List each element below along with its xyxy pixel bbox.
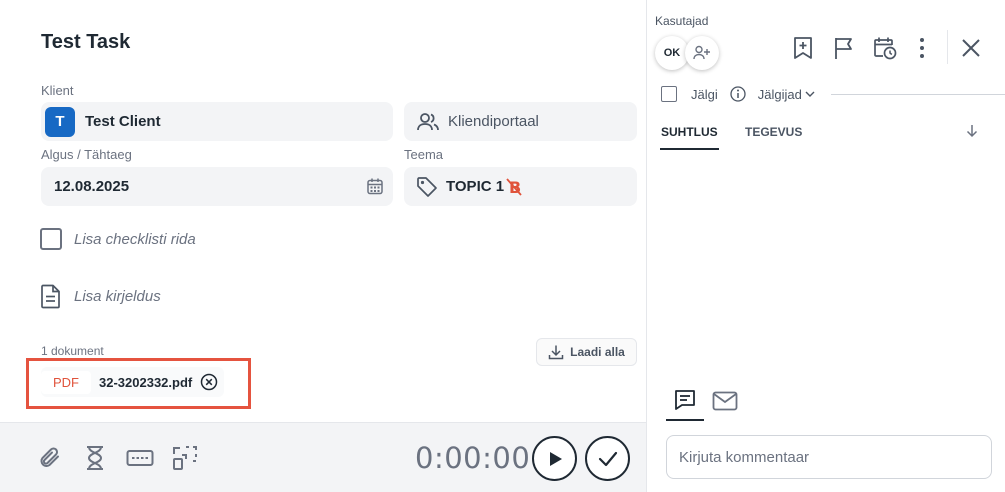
follow-label: Jälgi: [691, 86, 718, 102]
users-icon: [416, 112, 440, 132]
info-icon[interactable]: [730, 86, 746, 102]
hourglass-icon[interactable]: [84, 445, 106, 476]
more-vertical-icon[interactable]: [917, 36, 927, 65]
add-description-row[interactable]: Lisa kirjeldus: [40, 284, 161, 309]
task-side-panel: Kasutajad OK Jälgi Jälgijad SUHTLUS TEGE…: [646, 0, 1005, 492]
document-icon: [40, 284, 62, 309]
users-label: Kasutajad: [655, 14, 709, 28]
header-divider: [947, 30, 948, 64]
tab-activity[interactable]: TEGEVUS: [745, 125, 802, 139]
documents-count: 1 dokument: [41, 344, 104, 358]
download-icon: [548, 344, 564, 360]
client-name: Test Client: [85, 113, 161, 130]
email-icon[interactable]: [712, 390, 738, 417]
timer-display: 0:00:00: [415, 441, 531, 475]
followers-dropdown[interactable]: Jälgijad: [758, 87, 802, 102]
client-portal-label: Kliendiportaal: [448, 113, 539, 130]
tag-icon: [416, 176, 438, 198]
task-main-panel: Test Task Klient T Test Client Kliendipo…: [0, 0, 646, 492]
keyboard-icon[interactable]: [126, 445, 154, 476]
add-user-button[interactable]: [685, 36, 719, 70]
bookmark-add-icon[interactable]: [792, 36, 814, 65]
add-checklist-row[interactable]: Lisa checklisti rida: [40, 228, 196, 250]
close-icon[interactable]: [961, 38, 981, 63]
paperclip-icon[interactable]: [38, 445, 64, 476]
client-field[interactable]: T Test Client: [41, 102, 393, 141]
calendar-clock-icon[interactable]: [873, 36, 897, 65]
play-icon: [549, 451, 563, 467]
checklist-placeholder: Lisa checklisti rida: [74, 230, 196, 248]
flag-icon[interactable]: [833, 36, 855, 65]
comment-icon[interactable]: [673, 388, 697, 417]
topic-value: TOPIC 1: [446, 178, 505, 195]
complete-button[interactable]: [585, 436, 630, 481]
follow-checkbox[interactable]: [661, 86, 677, 102]
comment-input[interactable]: Kirjuta kommentaar: [666, 435, 992, 479]
check-icon: [598, 451, 618, 467]
description-placeholder: Lisa kirjeldus: [74, 288, 161, 305]
download-button[interactable]: Laadi alla: [536, 338, 637, 366]
play-button[interactable]: [532, 436, 577, 481]
topic-label: Teema: [404, 147, 444, 162]
no-bill-icon: B: [506, 177, 522, 197]
user-avatar[interactable]: OK: [655, 36, 689, 70]
client-avatar: T: [45, 106, 75, 137]
date-value: 12.08.2025: [54, 178, 130, 195]
add-user-icon: [693, 45, 711, 61]
arrow-down-icon[interactable]: [965, 124, 979, 138]
dates-label: Algus / Tähtaeg: [41, 147, 132, 162]
checkbox-icon: [40, 228, 62, 250]
tab-communication[interactable]: SUHTLUS: [661, 125, 718, 139]
follow-toggle[interactable]: Jälgi Jälgijad: [661, 86, 815, 102]
task-title[interactable]: Test Task: [41, 31, 130, 54]
follow-divider: [831, 94, 1005, 95]
date-field[interactable]: 12.08.2025: [41, 167, 393, 206]
client-label: Klient: [41, 83, 74, 98]
highlight-box: [26, 358, 251, 409]
active-message-tab-indicator: [666, 419, 704, 421]
bottom-toolbar: 0:00:00: [0, 422, 646, 492]
active-tab-indicator: [660, 148, 719, 150]
scan-icon[interactable]: [172, 445, 198, 476]
download-label: Laadi alla: [570, 345, 625, 359]
client-portal-button[interactable]: Kliendiportaal: [404, 102, 637, 141]
calendar-icon[interactable]: [367, 178, 383, 195]
topic-field[interactable]: TOPIC 1 B: [404, 167, 637, 206]
chevron-down-icon: [805, 90, 815, 98]
